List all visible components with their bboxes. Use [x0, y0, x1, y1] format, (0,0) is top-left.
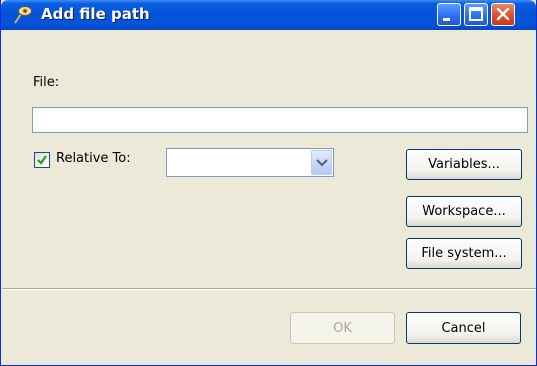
close-icon	[496, 7, 510, 21]
separator	[2, 288, 536, 290]
file-path-input[interactable]	[32, 107, 528, 133]
title-bar[interactable]: Add file path	[1, 0, 536, 30]
checkmark-icon	[37, 155, 47, 165]
relative-to-label: Relative To:	[56, 151, 131, 166]
close-button[interactable]	[491, 3, 515, 26]
minimize-button[interactable]	[437, 3, 461, 26]
window-title: Add file path	[41, 5, 150, 23]
workspace-button[interactable]: Workspace...	[406, 196, 522, 227]
relative-to-checkbox[interactable]	[34, 152, 50, 168]
relative-to-dropdown[interactable]	[166, 148, 334, 177]
maximize-icon	[469, 7, 483, 21]
file-label: File:	[33, 75, 60, 90]
app-icon	[12, 5, 34, 25]
ok-button[interactable]: OK	[290, 312, 395, 344]
variables-button[interactable]: Variables...	[406, 149, 522, 180]
cancel-button[interactable]: Cancel	[406, 312, 521, 344]
maximize-button[interactable]	[464, 3, 488, 26]
chevron-down-icon	[316, 159, 328, 167]
dropdown-arrow-button[interactable]	[311, 150, 332, 175]
file-system-button[interactable]: File system...	[406, 238, 522, 269]
dialog-window: Add file path File: Relative To: Variabl…	[0, 0, 537, 366]
minimize-icon	[443, 18, 450, 21]
